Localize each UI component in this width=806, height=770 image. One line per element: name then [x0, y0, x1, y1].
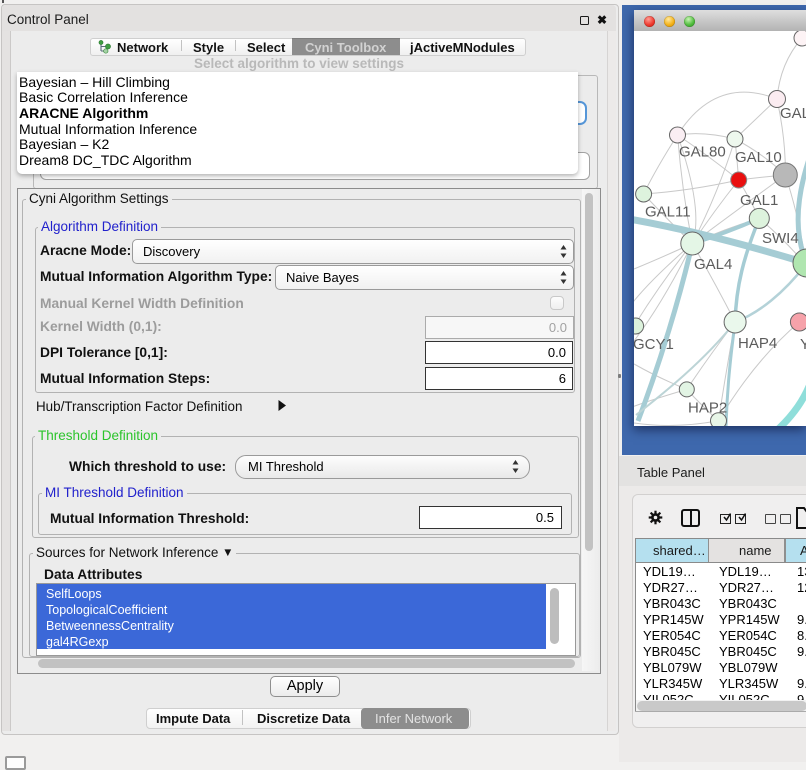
- svg-text:HAP2: HAP2: [688, 400, 727, 417]
- svg-text:GAL80: GAL80: [679, 144, 726, 161]
- svg-text:GAL1: GAL1: [740, 192, 778, 209]
- svg-text:GAL4: GAL4: [694, 256, 732, 273]
- svg-text:GAL10: GAL10: [735, 149, 782, 166]
- svg-text:GCY1: GCY1: [634, 336, 674, 353]
- svg-text:Y: Y: [800, 336, 806, 353]
- svg-text:HAP4: HAP4: [738, 335, 777, 352]
- svg-text:GAL11: GAL11: [645, 204, 691, 221]
- svg-text:GAL2: GAL2: [780, 105, 806, 122]
- svg-text:SWI4: SWI4: [762, 230, 799, 247]
